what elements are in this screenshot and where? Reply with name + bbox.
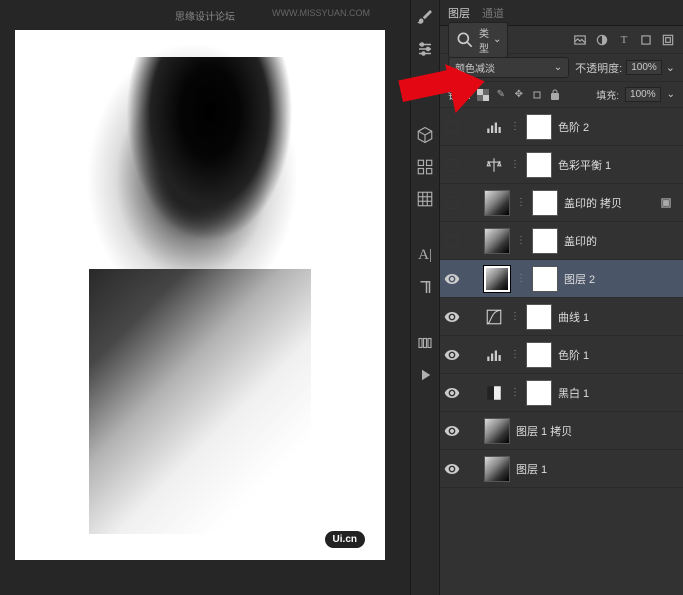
visibility-toggle[interactable] — [444, 119, 460, 135]
tab-layers[interactable]: 图层 — [448, 5, 470, 21]
portrait-image — [15, 30, 385, 560]
visibility-toggle[interactable] — [444, 195, 460, 211]
link-icon: ⋮ — [510, 121, 520, 132]
layer-name[interactable]: 盖印的 拷贝 — [564, 195, 622, 211]
link-icon: ⋮ — [510, 159, 520, 170]
link-icon: ⋮ — [510, 349, 520, 360]
watermark-url: WWW.MISSYUAN.COM — [272, 8, 370, 18]
canvas-area: 思缘设计论坛 WWW.MISSYUAN.COM Ui.cn — [0, 0, 410, 595]
type-icon[interactable]: A| — [416, 246, 434, 264]
chevron-down-icon[interactable]: ⌄ — [667, 89, 675, 100]
layer-mask-thumb[interactable] — [526, 114, 552, 140]
layer-thumb[interactable] — [484, 418, 510, 444]
layer-mask-thumb[interactable] — [532, 190, 558, 216]
lock-position-icon[interactable]: ✥ — [513, 89, 525, 101]
layer-name[interactable]: 色彩平衡 1 — [558, 157, 611, 173]
layer-row[interactable]: ⋮ 图层 2 — [440, 260, 683, 298]
layer-row[interactable]: ⋮ 盖印的 — [440, 222, 683, 260]
fill-label: 填充: — [596, 87, 619, 102]
layer-name[interactable]: 图层 1 — [516, 461, 547, 477]
chevron-down-icon[interactable]: ⌄ — [666, 61, 675, 74]
layer-thumb[interactable] — [484, 228, 510, 254]
grid-icon[interactable] — [416, 190, 434, 208]
filter-adjustment-icon[interactable] — [595, 33, 609, 47]
link-icon: ⋮ — [510, 311, 520, 322]
cube-icon[interactable] — [416, 126, 434, 144]
brush-tool-icon[interactable] — [416, 8, 434, 26]
layer-row[interactable]: ⋮ 色阶 1 — [440, 336, 683, 374]
layer-thumb[interactable] — [484, 190, 510, 216]
filter-shape-icon[interactable] — [639, 33, 653, 47]
filter-smartobj-icon[interactable] — [661, 33, 675, 47]
layer-thumb[interactable] — [484, 456, 510, 482]
visibility-toggle[interactable] — [444, 461, 460, 477]
visibility-toggle[interactable] — [444, 309, 460, 325]
layer-mask-thumb[interactable] — [526, 380, 552, 406]
layer-name[interactable]: 曲线 1 — [558, 309, 589, 325]
chevron-down-icon: ⌄ — [554, 62, 562, 73]
visibility-toggle[interactable] — [444, 347, 460, 363]
lock-artboard-icon[interactable] — [531, 89, 543, 101]
filter-type-icon[interactable]: T — [617, 33, 631, 47]
filter-row: 类型 ⌄ T — [440, 26, 683, 54]
bw-adjustment-icon — [484, 384, 504, 402]
lock-paint-icon[interactable]: ✎ — [495, 89, 507, 101]
layer-mask-thumb[interactable] — [532, 228, 558, 254]
layer-row[interactable]: ⋮ 盖印的 拷贝 — [440, 184, 683, 222]
layer-name[interactable]: 图层 1 拷贝 — [516, 423, 572, 439]
filter-image-icon[interactable] — [573, 33, 587, 47]
link-icon: ⋮ — [516, 235, 526, 246]
layer-row[interactable]: ⋮ 黑白 1 — [440, 374, 683, 412]
layer-name[interactable]: 黑白 1 — [558, 385, 589, 401]
layer-row[interactable]: 图层 1 — [440, 450, 683, 488]
link-icon: ⋮ — [516, 197, 526, 208]
layer-thumb[interactable] — [484, 266, 510, 292]
visibility-toggle[interactable] — [444, 423, 460, 439]
paragraph-icon[interactable] — [416, 278, 434, 296]
visibility-toggle[interactable] — [444, 233, 460, 249]
link-icon: ⋮ — [510, 387, 520, 398]
watermark-top: 思缘设计论坛 — [175, 8, 235, 23]
layer-mask-thumb[interactable] — [526, 304, 552, 330]
layer-name[interactable]: 色阶 2 — [558, 119, 589, 135]
layer-name[interactable]: 色阶 1 — [558, 347, 589, 363]
visibility-toggle[interactable] — [444, 271, 460, 287]
layer-row[interactable]: 图层 1 拷贝 — [440, 412, 683, 450]
fx-icon[interactable] — [659, 196, 673, 210]
layer-row[interactable]: ⋮ 色彩平衡 1 — [440, 146, 683, 184]
fill-value[interactable]: 100% — [625, 87, 661, 102]
layer-row[interactable]: ⋮ 曲线 1 — [440, 298, 683, 336]
frames-icon[interactable] — [416, 334, 434, 352]
visibility-toggle[interactable] — [444, 385, 460, 401]
levels-adjustment-icon — [484, 118, 504, 136]
document-canvas[interactable]: Ui.cn — [15, 30, 385, 560]
filter-type-dropdown[interactable]: 类型 ⌄ — [448, 22, 508, 58]
visibility-toggle[interactable] — [444, 157, 460, 173]
balance-adjustment-icon — [484, 156, 504, 174]
layer-name[interactable]: 图层 2 — [564, 271, 595, 287]
search-icon — [455, 30, 475, 50]
tab-channels[interactable]: 通道 — [482, 5, 504, 21]
levels-adjustment-icon — [484, 346, 504, 364]
layer-mask-thumb[interactable] — [532, 266, 558, 292]
layer-row[interactable]: ⋮ 色阶 2 — [440, 108, 683, 146]
curves-adjustment-icon — [484, 308, 504, 326]
filter-label: 类型 — [479, 25, 489, 55]
opacity-label: 不透明度: — [575, 60, 622, 76]
layers-list: ⋮ 色阶 2 ⋮ 色彩平衡 1 ⋮ 盖印的 拷贝 ⋮ 盖印的 ⋮ 图层 2 ⋮ 曲线 1 ⋮ 色阶 1 ⋮ 黑… — [440, 108, 683, 595]
layer-name[interactable]: 盖印的 — [564, 233, 597, 249]
layer-mask-thumb[interactable] — [526, 152, 552, 178]
swatches-icon[interactable] — [416, 158, 434, 176]
play-icon[interactable] — [416, 366, 434, 384]
opacity-value[interactable]: 100% — [626, 60, 662, 75]
lock-all-icon[interactable] — [549, 89, 561, 101]
link-icon: ⋮ — [516, 273, 526, 284]
chevron-down-icon: ⌄ — [493, 34, 501, 45]
adjustments-icon[interactable] — [416, 40, 434, 58]
layer-mask-thumb[interactable] — [526, 342, 552, 368]
ui-badge: Ui.cn — [325, 531, 365, 548]
